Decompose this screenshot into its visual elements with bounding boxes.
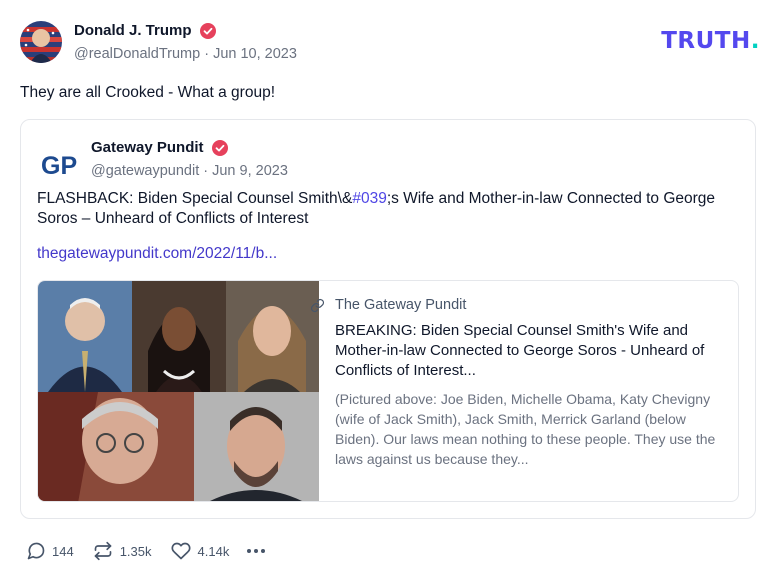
retruth-button[interactable]: 1.35k [92, 541, 152, 561]
quoted-text: FLASHBACK: Biden Special Counsel Smith\&… [37, 190, 716, 227]
hashtag-link[interactable]: #039 [352, 190, 386, 207]
retruth-icon [94, 541, 112, 561]
link-icon [310, 298, 325, 312]
post-header: Donald J. Trump @realDonaldTrump · Jun 1… [20, 21, 760, 67]
preview-site-name: The Gateway Pundit [335, 297, 467, 313]
preview-site[interactable]: The Gateway Pundit [310, 297, 725, 313]
quoted-author-meta[interactable]: @gatewaypundit · Jun 9, 2023 [91, 163, 288, 179]
author-name[interactable]: Donald J. Trump [74, 22, 192, 39]
quoted-author-name[interactable]: Gateway Pundit [91, 139, 204, 156]
author-meta[interactable]: @realDonaldTrump · Jun 10, 2023 [74, 46, 297, 62]
retruth-count: 1.35k [119, 543, 152, 559]
preview-image [38, 281, 319, 501]
verified-badge-icon [211, 139, 228, 156]
truth-logo[interactable]: TRUTH. [661, 28, 760, 54]
post-actions: 144 1.35k 4.14k [26, 540, 266, 562]
like-button[interactable]: 4.14k [170, 541, 230, 561]
link-preview-card[interactable]: The Gateway Pundit BREAKING: Biden Speci… [37, 280, 739, 502]
reply-count: 144 [52, 543, 74, 559]
more-icon[interactable] [247, 549, 266, 553]
like-icon [171, 542, 190, 560]
svg-text:GP: GP [41, 152, 77, 180]
reply-button[interactable]: 144 [26, 541, 74, 561]
quoted-avatar[interactable]: GP [37, 142, 81, 186]
quoted-link[interactable]: thegatewaypundit.com/2022/11/b... [37, 245, 277, 263]
like-count: 4.14k [197, 543, 230, 559]
quoted-post[interactable]: GP Gateway Pundit @gatewaypundit · Jun 9… [20, 119, 756, 519]
preview-title[interactable]: BREAKING: Biden Special Counsel Smith's … [335, 321, 725, 381]
author-avatar[interactable] [20, 21, 62, 63]
verified-badge-icon [199, 22, 216, 39]
post-text: They are all Crooked - What a group! [20, 84, 276, 101]
reply-icon [27, 542, 45, 560]
preview-description: (Pictured above: Joe Biden, Michelle Oba… [335, 391, 716, 467]
